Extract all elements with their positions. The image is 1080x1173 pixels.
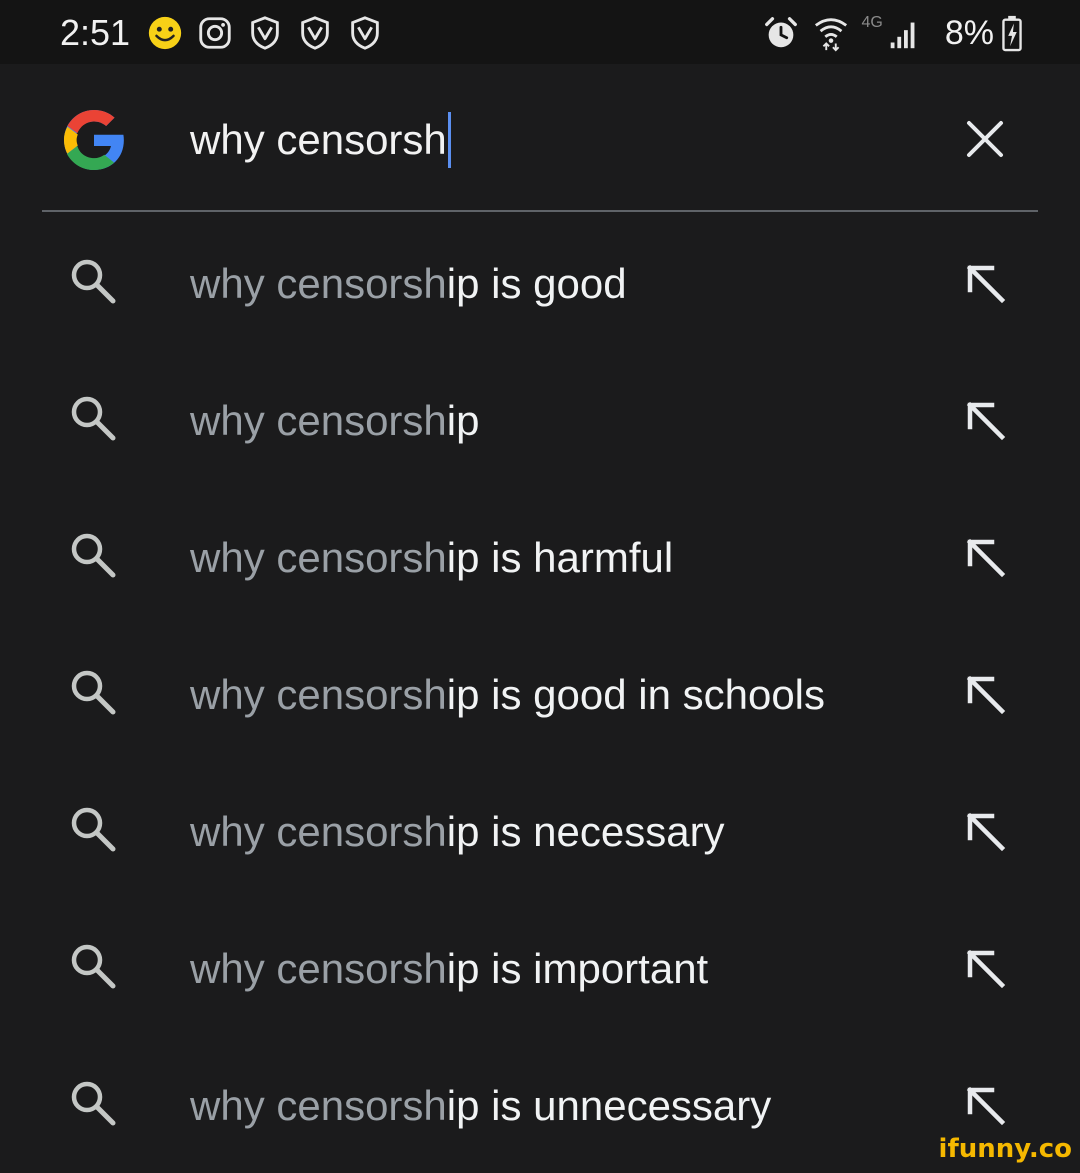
search-divider — [42, 210, 1038, 212]
instagram-icon — [196, 14, 234, 52]
suggestion-typed-part: why censorsh — [190, 1082, 447, 1129]
google-g-logo[interactable] — [58, 104, 130, 176]
suggestion-text: why censorship — [190, 393, 479, 449]
network-type-label: 4G — [861, 14, 883, 31]
fill-query-arrow-icon[interactable] — [962, 1082, 1008, 1128]
fill-query-arrow-icon[interactable] — [962, 945, 1008, 991]
search-icon — [66, 939, 120, 993]
fill-query-arrow-icon[interactable] — [962, 260, 1008, 306]
search-icon — [66, 528, 120, 582]
search-icon — [66, 1076, 120, 1130]
suggestion-completion-part: ip is good — [446, 260, 627, 307]
suggestion-typed-part: why censorsh — [190, 534, 447, 581]
suggestion-completion-part: ip is necessary — [446, 808, 725, 855]
suggestion-text: why censorship is good in schools — [190, 667, 825, 723]
suggestion-completion-part: ip — [446, 397, 480, 444]
suggestion-item[interactable]: why censorship is important — [0, 899, 1080, 1036]
fill-query-arrow-icon[interactable] — [962, 397, 1008, 443]
suggestion-typed-part: why censorsh — [190, 671, 447, 718]
suggestion-typed-part: why censorsh — [190, 260, 447, 307]
suggestion-list: why censorship is good why censorship wh… — [0, 214, 1080, 1173]
fill-query-arrow-icon[interactable] — [962, 534, 1008, 580]
status-right: 4G 8% — [762, 8, 1024, 58]
search-query-text[interactable]: why censorsh — [190, 116, 447, 164]
app-notification-icon — [346, 14, 384, 52]
status-bar: 2:51 4G 8% — [0, 0, 1080, 64]
emoji-icon — [146, 14, 184, 52]
suggestion-text: why censorship is necessary — [190, 804, 725, 860]
suggestion-text: why censorship is unnecessary — [190, 1078, 771, 1134]
search-icon — [66, 802, 120, 856]
app-notification-icon — [246, 14, 284, 52]
suggestion-item[interactable]: why censorship is unnecessary — [0, 1036, 1080, 1173]
suggestion-item[interactable]: why censorship is good — [0, 214, 1080, 351]
app-notification-icon — [296, 14, 334, 52]
search-icon — [66, 665, 120, 719]
status-time: 2:51 — [60, 12, 131, 53]
signal-icon — [885, 14, 923, 52]
suggestion-typed-part: why censorsh — [190, 945, 447, 992]
suggestion-typed-part: why censorsh — [190, 397, 447, 444]
search-icon — [66, 254, 120, 308]
suggestion-typed-part: why censorsh — [190, 808, 447, 855]
fill-query-arrow-icon[interactable] — [962, 808, 1008, 854]
battery-percent: 8% — [944, 13, 994, 52]
suggestion-item[interactable]: why censorship is good in schools — [0, 625, 1080, 762]
suggestion-text: why censorship is important — [190, 941, 708, 997]
search-icon — [66, 391, 120, 445]
suggestion-completion-part: ip is important — [446, 945, 709, 992]
status-left: 2:51 — [60, 8, 396, 58]
suggestion-completion-part: ip is good in schools — [446, 671, 826, 718]
clear-search-button[interactable] — [960, 114, 1010, 164]
suggestion-text: why censorship is harmful — [190, 530, 673, 586]
suggestion-item[interactable]: why censorship is necessary — [0, 762, 1080, 899]
search-bar: why censorsh — [0, 64, 1080, 212]
suggestion-completion-part: ip is unnecessary — [446, 1082, 772, 1129]
battery-charging-icon — [1000, 14, 1024, 52]
suggestion-text: why censorship is good — [190, 256, 627, 312]
wifi-icon — [812, 14, 850, 52]
fill-query-arrow-icon[interactable] — [962, 671, 1008, 717]
text-cursor — [447, 112, 451, 168]
alarm-icon — [762, 14, 800, 52]
suggestion-item[interactable]: why censorship — [0, 351, 1080, 488]
search-input[interactable]: why censorsh — [190, 110, 451, 170]
suggestion-completion-part: ip is harmful — [446, 534, 674, 581]
ifunny-watermark: ifunny.co — [938, 1134, 1072, 1164]
suggestion-item[interactable]: why censorship is harmful — [0, 488, 1080, 625]
close-icon[interactable] — [960, 114, 1010, 164]
